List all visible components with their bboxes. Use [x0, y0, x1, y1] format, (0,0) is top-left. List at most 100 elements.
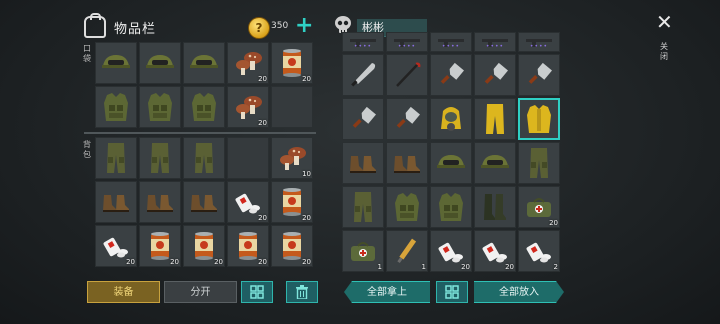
- discard-button[interactable]: [286, 281, 318, 303]
- grid-sort-icon: [445, 285, 459, 299]
- inventory-slot[interactable]: [386, 54, 428, 96]
- inventory-slot[interactable]: 20: [227, 42, 269, 84]
- split-button[interactable]: 分开: [164, 281, 237, 303]
- inventory-slot[interactable]: [430, 186, 472, 228]
- stack-count: 20: [549, 219, 558, 227]
- stack-count: 1: [377, 263, 382, 271]
- inventory-slot[interactable]: [474, 98, 516, 140]
- stack-count: 20: [302, 258, 311, 266]
- inventory-slot[interactable]: 20: [227, 225, 269, 267]
- inventory-slot[interactable]: [342, 186, 384, 228]
- inventory-slot[interactable]: 2: [518, 230, 560, 272]
- take-all-button[interactable]: 全部拿上: [344, 281, 430, 303]
- inventory-slot[interactable]: 1: [386, 230, 428, 272]
- rarity-dots: ••••: [529, 43, 549, 50]
- pocket-grid: 20 20 20: [95, 42, 313, 128]
- backpack-icon: [84, 13, 106, 38]
- stack-count: 20: [170, 258, 179, 266]
- inventory-header: 物品栏: [84, 13, 157, 40]
- inventory-slot[interactable]: [183, 42, 225, 84]
- stack-count: 20: [505, 263, 514, 271]
- inventory-slot[interactable]: 20: [518, 186, 560, 228]
- stack-count: 20: [258, 214, 267, 222]
- inventory-slot[interactable]: [95, 137, 137, 179]
- inventory-slot[interactable]: 20: [139, 225, 181, 267]
- inventory-slot[interactable]: 20: [271, 42, 313, 84]
- inventory-slot[interactable]: [183, 86, 225, 128]
- inventory-slot[interactable]: [342, 142, 384, 184]
- inventory-slot[interactable]: 20: [227, 86, 269, 128]
- inventory-slot[interactable]: [183, 137, 225, 179]
- inventory-slot[interactable]: 20: [183, 225, 225, 267]
- inventory-slot[interactable]: [474, 142, 516, 184]
- pocket-label: 口袋: [83, 44, 91, 63]
- inventory-slot[interactable]: [139, 137, 181, 179]
- rarity-dots: ••••: [485, 43, 505, 50]
- inventory-slot[interactable]: ••••: [342, 32, 384, 52]
- empty-slot[interactable]: [271, 86, 313, 128]
- inventory-slot[interactable]: 20: [227, 181, 269, 223]
- inventory-slot[interactable]: [95, 86, 137, 128]
- coin-count: 350: [271, 21, 289, 31]
- backpack-label: 背包: [83, 140, 91, 159]
- stack-count: 1: [421, 263, 426, 271]
- inventory-slot[interactable]: [139, 86, 181, 128]
- inventory-slot[interactable]: 20: [95, 225, 137, 267]
- inventory-slot[interactable]: [342, 98, 384, 140]
- rarity-dots: ••••: [397, 43, 417, 50]
- inventory-slot[interactable]: 1: [342, 230, 384, 272]
- inventory-slot[interactable]: [474, 186, 516, 228]
- stack-count: 20: [258, 119, 267, 127]
- rarity-dots: ••••: [441, 43, 461, 50]
- empty-slot[interactable]: [227, 137, 269, 179]
- put-all-button[interactable]: 全部放入: [474, 281, 564, 303]
- inventory-slot[interactable]: [386, 142, 428, 184]
- gold-coin-icon: ?: [248, 17, 270, 39]
- stack-count: 20: [461, 263, 470, 271]
- trash-icon: [296, 285, 308, 299]
- close-button[interactable]: ✕: [656, 12, 673, 32]
- inventory-slot[interactable]: 20: [474, 230, 516, 272]
- container-sort-button[interactable]: [436, 281, 468, 303]
- stack-count: 20: [214, 258, 223, 266]
- inventory-slot[interactable]: [518, 98, 560, 140]
- inventory-slot[interactable]: [430, 54, 472, 96]
- inventory-slot[interactable]: ••••: [430, 32, 472, 52]
- inventory-slot[interactable]: [386, 186, 428, 228]
- inventory-slot[interactable]: [139, 42, 181, 84]
- section-divider: [84, 132, 316, 134]
- inventory-slot[interactable]: [386, 98, 428, 140]
- inventory-slot[interactable]: [139, 181, 181, 223]
- rarity-dots: ••••: [353, 43, 373, 50]
- inventory-slot[interactable]: ••••: [474, 32, 516, 52]
- stack-count: 20: [302, 75, 311, 83]
- close-label: 关闭: [660, 42, 668, 61]
- equip-button[interactable]: 装备: [87, 281, 160, 303]
- inventory-title: 物品栏: [114, 21, 157, 37]
- grid-sort-icon: [250, 285, 264, 299]
- inventory-slot[interactable]: [342, 54, 384, 96]
- stack-count: 20: [126, 258, 135, 266]
- inventory-slot[interactable]: [95, 42, 137, 84]
- inventory-slot[interactable]: 20: [430, 230, 472, 272]
- stack-count: 20: [258, 258, 267, 266]
- inventory-slot[interactable]: 20: [271, 225, 313, 267]
- backpack-grid: 10 20 20 20 20 20 20 20: [95, 137, 313, 267]
- inventory-slot[interactable]: 10: [271, 137, 313, 179]
- inventory-slot[interactable]: ••••: [518, 32, 560, 52]
- inventory-slot[interactable]: [430, 142, 472, 184]
- inventory-slot[interactable]: ••••: [386, 32, 428, 52]
- add-coins-button[interactable]: +: [295, 13, 313, 39]
- stack-count: 10: [302, 170, 311, 178]
- inventory-slot[interactable]: [430, 98, 472, 140]
- inventory-slot[interactable]: [183, 181, 225, 223]
- inventory-slot[interactable]: [474, 54, 516, 96]
- sort-button[interactable]: [241, 281, 273, 303]
- stack-count: 20: [258, 75, 267, 83]
- inventory-slot[interactable]: 20: [271, 181, 313, 223]
- inventory-slot[interactable]: [518, 142, 560, 184]
- inventory-slot[interactable]: [518, 54, 560, 96]
- stack-count: 20: [302, 214, 311, 222]
- inventory-slot[interactable]: [95, 181, 137, 223]
- container-grid: •••• •••• •••• •••• •••• 20 1 1 20 20 2: [342, 32, 560, 272]
